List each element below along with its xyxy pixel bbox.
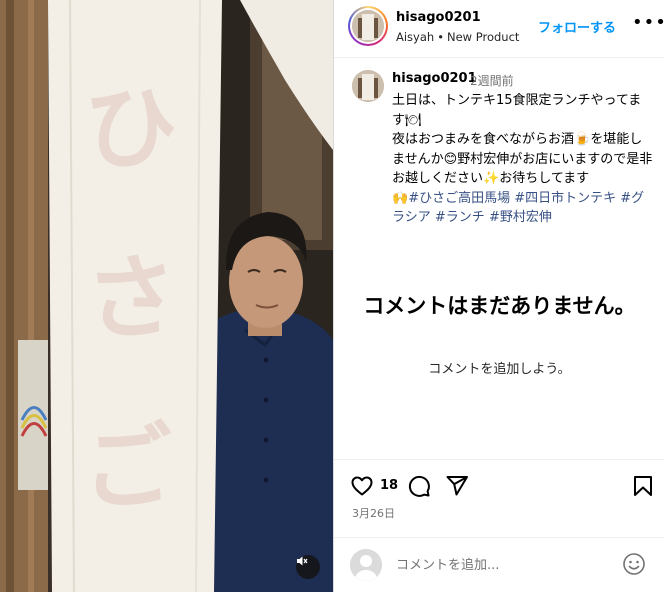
hashtag-link[interactable]: #四日市トンテキ bbox=[514, 191, 616, 206]
comment-bubble-icon bbox=[408, 475, 430, 497]
speaker-muted-icon bbox=[297, 556, 308, 566]
caption-text: 土日は、トンテキ15食限定ランチやってます🍽 夜はおつまみを食べながらお酒🍺を堪… bbox=[392, 91, 654, 228]
audio-artist: Aisyah bbox=[396, 30, 435, 44]
sparkle-emoji-icon: ✨ bbox=[483, 171, 500, 186]
svg-text:さ: さ bbox=[82, 242, 181, 355]
post-photo: ひ さ ご bbox=[0, 0, 333, 592]
svg-text:ひ: ひ bbox=[82, 72, 181, 185]
comment-input[interactable] bbox=[396, 555, 606, 575]
audio-separator: • bbox=[437, 30, 444, 44]
paper-plane-icon bbox=[446, 476, 468, 496]
caption-timestamp[interactable]: 2週間前 bbox=[470, 72, 514, 89]
caption-line-2: 夜はおつまみを食べながらお酒 bbox=[392, 132, 575, 147]
author-username[interactable]: hisago0201 bbox=[396, 10, 481, 25]
post-audio-info[interactable]: Aisyah • New Product bbox=[396, 30, 519, 44]
caption-line-1: 土日は、トンテキ15食限定ランチやってます bbox=[392, 93, 642, 128]
default-avatar-icon bbox=[350, 549, 382, 581]
save-button[interactable] bbox=[631, 474, 655, 502]
follow-button[interactable]: フォローする bbox=[538, 17, 616, 36]
caption-line-2d: お待ちしてます bbox=[499, 171, 590, 186]
like-button[interactable] bbox=[350, 474, 374, 502]
mute-toggle-button[interactable] bbox=[296, 555, 320, 579]
post-header: hisago0201 Aisyah • New Product フォローする ••• bbox=[334, 0, 664, 58]
instagram-post-view: ひ さ ご hisago0201 Aisyah • New Product フォ… bbox=[0, 0, 664, 592]
audio-title: New Product bbox=[447, 30, 520, 44]
like-count[interactable]: 18 bbox=[380, 478, 398, 493]
smiley-face-icon bbox=[623, 553, 645, 575]
post-side-panel: hisago0201 Aisyah • New Product フォローする •••… bbox=[333, 0, 664, 592]
plate-emoji-icon: 🍽 bbox=[405, 112, 422, 128]
svg-text:ご: ご bbox=[78, 412, 177, 525]
hands-emoji-icon: 🙌 bbox=[392, 190, 409, 206]
more-options-icon[interactable]: ••• bbox=[632, 12, 664, 33]
beer-emoji-icon: 🍺 bbox=[574, 132, 591, 147]
post-date[interactable]: 3月26日 bbox=[352, 505, 395, 521]
author-avatar[interactable] bbox=[348, 6, 388, 46]
no-comments-title: コメントはまだありません。 bbox=[363, 294, 636, 318]
hashtag-link[interactable]: #野村宏伸 bbox=[489, 210, 552, 225]
caption-author-avatar[interactable] bbox=[352, 70, 384, 102]
bookmark-icon bbox=[634, 476, 652, 496]
share-button[interactable] bbox=[445, 474, 469, 502]
smile-emoji-icon: 😊 bbox=[443, 151, 458, 167]
no-comments-subtitle: コメントを追加しよう。 bbox=[428, 362, 571, 377]
current-user-avatar bbox=[350, 549, 382, 581]
hashtag-link[interactable]: #ひさご高田馬場 bbox=[408, 191, 510, 206]
emoji-picker-button[interactable] bbox=[622, 552, 646, 580]
caption-username[interactable]: hisago0201 bbox=[392, 71, 477, 86]
comment-button[interactable] bbox=[407, 474, 431, 502]
post-media[interactable]: ひ さ ご bbox=[0, 0, 333, 592]
hashtag-link[interactable]: #ランチ bbox=[435, 210, 485, 225]
add-comment-bar bbox=[334, 537, 664, 593]
heart-icon bbox=[351, 476, 373, 496]
